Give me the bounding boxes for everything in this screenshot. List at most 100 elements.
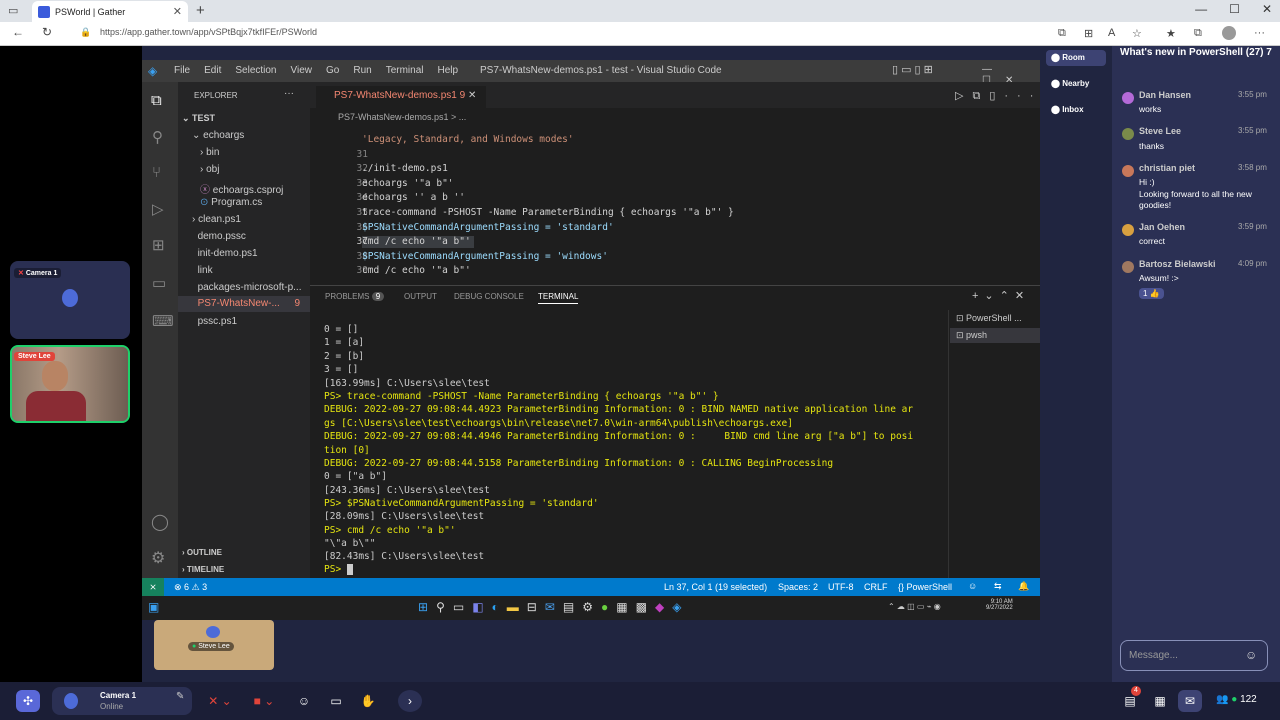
tree-folder-bin[interactable]: › bin [200, 147, 219, 158]
minimize-icon[interactable]: — [1195, 2, 1207, 16]
reaction-badge[interactable]: 1 👍 [1139, 288, 1164, 299]
tree-root[interactable]: ⌄ TEST [182, 113, 215, 124]
system-tray[interactable]: ⌃ ☁ ◫ ▭ ⌁ ◉ [888, 602, 941, 611]
chat-icon[interactable]: ✉ [1178, 690, 1202, 712]
tree-file-pssc[interactable]: pssc.ps1 [192, 316, 237, 327]
new-tab-icon[interactable]: + [196, 2, 205, 19]
remote-icon[interactable]: ▭ [152, 274, 166, 292]
participants-button[interactable]: 👥 ● 122 [1216, 694, 1257, 705]
terminal-app-icon[interactable]: ▤ [563, 600, 574, 614]
feedback-icon[interactable]: ☺ [968, 581, 977, 591]
start-icon[interactable]: ⊞ [418, 600, 428, 614]
teams-icon[interactable]: ◧ [472, 600, 483, 614]
terminal-item-pwsh[interactable]: ⊡ pwsh [950, 328, 1040, 343]
nav-nearby[interactable]: ⬤ Nearby [1046, 79, 1089, 88]
mail-icon[interactable]: ✉ [545, 600, 555, 614]
indentation[interactable]: Spaces: 2 [778, 582, 818, 592]
notifications-icon[interactable]: 🔔 [1018, 581, 1029, 592]
clock[interactable]: 9:10 AM 9/27/2022 [986, 599, 1013, 611]
account-icon[interactable]: ◯ [151, 512, 169, 532]
tab-output[interactable]: OUTPUT [404, 292, 437, 301]
menu-help[interactable]: Help [438, 65, 459, 76]
tree-file-link[interactable]: link [192, 265, 213, 276]
store-icon[interactable]: ⊟ [527, 600, 537, 614]
menu-selection[interactable]: Selection [235, 65, 276, 76]
source-control-icon[interactable]: ⑂ [152, 164, 161, 181]
language-mode[interactable]: {} PowerShell [898, 582, 952, 592]
expand-icon[interactable]: › [398, 690, 422, 712]
menu-view[interactable]: View [291, 65, 313, 76]
read-aloud-icon[interactable]: A [1108, 27, 1115, 39]
vscode-task-icon[interactable]: ◈ [672, 600, 681, 614]
timeline-section[interactable]: › TIMELINE [182, 565, 224, 574]
close-tab-icon[interactable]: ✕ [468, 90, 476, 101]
menu-go[interactable]: Go [326, 65, 339, 76]
screen-share-icon[interactable]: ▭ [324, 690, 348, 712]
explorer-more-icon[interactable]: ··· [284, 88, 294, 99]
user-card[interactable]: Camera 1 Online ✎ [52, 687, 192, 715]
refresh-icon[interactable]: ↻ [42, 25, 52, 39]
hand-raise-icon[interactable]: ✋ [356, 690, 380, 712]
editor-actions[interactable]: ▷⧉▯··· [955, 89, 1042, 103]
live-share-icon[interactable]: ⇆ [994, 581, 1002, 592]
tab-terminal[interactable]: TERMINAL [538, 292, 579, 304]
gather-minimap[interactable]: ● Steve Lee [154, 620, 274, 670]
outline-section[interactable]: › OUTLINE [182, 548, 222, 557]
menu-run[interactable]: Run [353, 65, 371, 76]
apps-icon[interactable]: ⊞ [1084, 27, 1093, 40]
tree-file-demo-pssc[interactable]: demo.pssc [192, 231, 246, 242]
file-explorer-icon[interactable]: ▬ [507, 600, 519, 614]
terminal-item-powershell[interactable]: ⊡ PowerShell ... [956, 313, 1022, 324]
explorer-icon[interactable]: ⧉ [151, 92, 162, 109]
menu-file[interactable]: File [174, 65, 190, 76]
mic-off-icon[interactable]: ✕ ⌄ [202, 690, 238, 712]
edit-icon[interactable]: ✎ [176, 691, 184, 702]
maximize-icon[interactable]: ☐ [1229, 2, 1240, 16]
tree-file-active[interactable]: PS7-WhatsNew-... 9 [178, 296, 310, 312]
favorite-icon[interactable]: ☆ [1132, 27, 1142, 40]
problems-indicator[interactable]: ⊗ 6 ⚠ 3 [174, 582, 207, 593]
gather-logo-icon[interactable]: ✣ [16, 690, 40, 712]
terminal-icon[interactable]: ⌨ [152, 312, 174, 330]
calendar-icon[interactable]: ▦ [1148, 690, 1172, 712]
breadcrumb[interactable]: PS7-WhatsNew-demos.ps1 > ... [338, 112, 466, 122]
tree-file-init-demo[interactable]: init-demo.ps1 [192, 248, 258, 259]
profile-avatar[interactable] [1222, 26, 1236, 40]
panel-actions[interactable]: +⌄⌃✕ [972, 289, 1030, 302]
settings-app-icon[interactable]: ⚙ [582, 600, 593, 614]
tab-problems[interactable]: PROBLEMS 9 [325, 292, 385, 301]
back-icon[interactable]: ← [12, 25, 24, 39]
search-icon[interactable]: ⚲ [436, 600, 445, 614]
cursor-position[interactable]: Ln 37, Col 1 (19 selected) [664, 582, 767, 592]
url-field[interactable]: https://app.gather.town/app/vSPtBqjx7tkf… [100, 27, 317, 37]
tab-debug-console[interactable]: DEBUG CONSOLE [454, 292, 524, 301]
remote-indicator-icon[interactable]: ⨯ [142, 578, 164, 596]
search-icon[interactable]: ⚲ [152, 128, 163, 146]
app4-icon[interactable]: ◆ [655, 600, 664, 614]
tab-actions-icon[interactable]: ▭ [8, 4, 18, 17]
nav-room[interactable]: ⬤ Room [1046, 50, 1106, 66]
more-icon[interactable]: ··· [1254, 27, 1265, 39]
tab-icon[interactable]: ⧉ [1058, 27, 1066, 40]
close-window-icon[interactable]: ✕ [1262, 2, 1272, 16]
close-tab-icon[interactable]: ✕ [173, 5, 182, 18]
menu-edit[interactable]: Edit [204, 65, 221, 76]
extensions-icon[interactable]: ⊞ [152, 236, 165, 254]
line-ending[interactable]: CRLF [864, 582, 888, 592]
app2-icon[interactable]: ▦ [616, 600, 627, 614]
favorites-icon[interactable]: ★ [1166, 27, 1176, 40]
desktop-icon[interactable]: ▣ [148, 600, 159, 614]
tree-file-csproj[interactable]: ⓧ echoargs.csproj [200, 181, 283, 196]
menu-terminal[interactable]: Terminal [386, 65, 424, 76]
settings-gear-icon[interactable]: ⚙ [151, 548, 165, 568]
emoji-icon[interactable]: ☺ [1245, 648, 1257, 662]
tree-file-program[interactable]: ⊙ Program.cs [200, 197, 262, 208]
task-view-icon[interactable]: ▭ [453, 600, 464, 614]
tree-file-clean[interactable]: › clean.ps1 [192, 214, 241, 225]
nav-inbox[interactable]: ⬤ Inbox [1046, 105, 1084, 114]
collections-icon[interactable]: ⧉ [1194, 27, 1202, 40]
terminal-prompt[interactable]: PS> [324, 564, 353, 575]
run-debug-icon[interactable]: ▷ [152, 200, 164, 218]
tree-folder-echoargs[interactable]: ⌄ echoargs [192, 130, 244, 141]
app-icon[interactable]: ● [601, 600, 608, 614]
